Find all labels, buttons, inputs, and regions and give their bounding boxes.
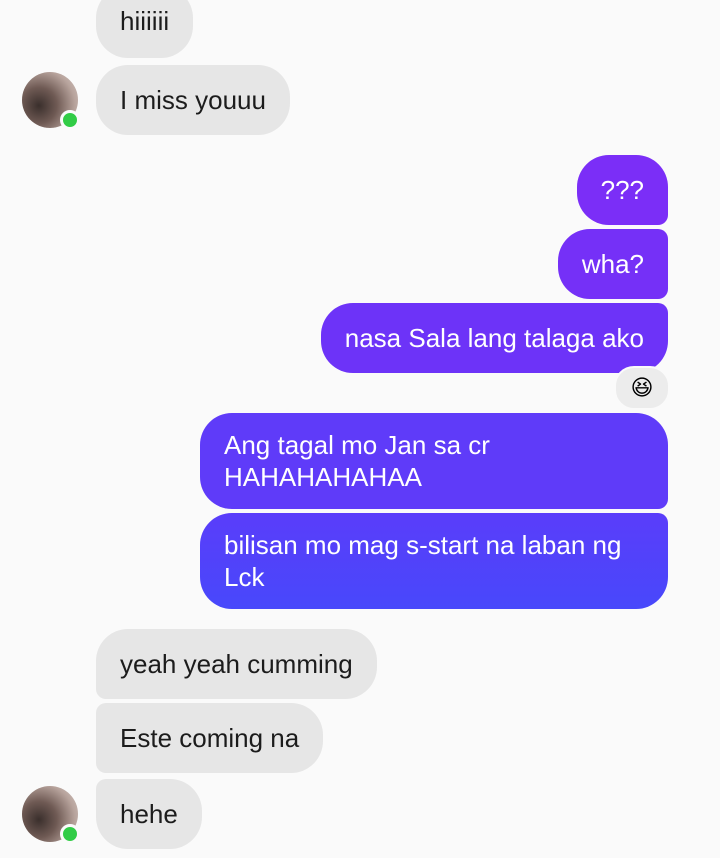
- outgoing-message[interactable]: bilisan mo mag s-start na laban ng Lck: [200, 513, 668, 609]
- incoming-message[interactable]: Este coming na: [96, 703, 324, 773]
- chat-thread: hiiiiii I miss youuu ??? wha? nasa Sala …: [0, 0, 720, 858]
- reaction-laughing-emoji-icon[interactable]: 😆: [614, 366, 670, 410]
- contact-avatar[interactable]: [22, 786, 80, 844]
- incoming-message[interactable]: hehe: [96, 779, 202, 849]
- incoming-message[interactable]: yeah yeah cumming: [96, 629, 377, 699]
- contact-avatar[interactable]: [22, 72, 80, 130]
- incoming-message[interactable]: I miss youuu: [96, 65, 290, 135]
- online-dot-icon: [60, 110, 80, 130]
- outgoing-message[interactable]: ???: [576, 155, 668, 225]
- online-dot-icon: [60, 824, 80, 844]
- outgoing-message[interactable]: wha?: [557, 229, 668, 299]
- outgoing-message[interactable]: nasa Sala lang talaga ako: [320, 303, 668, 373]
- incoming-message[interactable]: hiiiiii: [96, 0, 194, 58]
- outgoing-message[interactable]: Ang tagal mo Jan sa cr HAHAHAHAHAA: [200, 413, 668, 509]
